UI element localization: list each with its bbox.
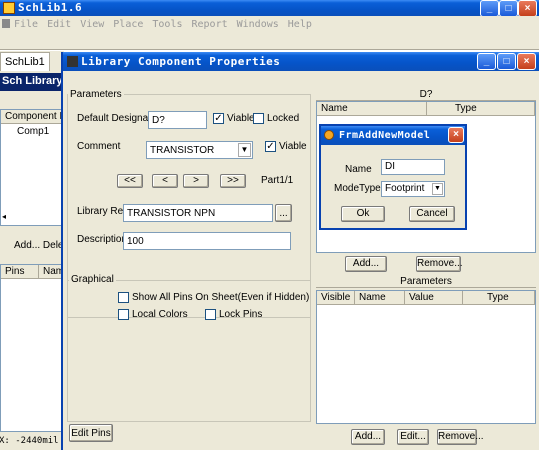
part-label: Part1/1 <box>261 175 294 186</box>
param-visible-header[interactable]: Visible <box>317 291 355 305</box>
next-part-button[interactable]: > <box>183 174 209 188</box>
lock-pins-checkbox[interactable] <box>205 309 216 320</box>
comment-visible-checkbox[interactable]: ✓ <box>265 141 276 152</box>
model-type-header[interactable]: Type <box>427 102 535 116</box>
model-name-header[interactable]: Name <box>317 102 427 116</box>
last-part-button[interactable]: >> <box>220 174 246 188</box>
comment-label: Comment <box>77 141 121 152</box>
menu-bar: File Edit View Place Tools Report Windows Help <box>0 16 539 31</box>
dialog-close-button[interactable]: × <box>517 53 536 70</box>
designator-visible-checkbox[interactable]: ✓ <box>213 113 224 124</box>
app-icon <box>3 2 15 14</box>
lock-pins-label: Lock Pins <box>219 309 263 320</box>
comment-visible-label: Viable <box>279 141 307 152</box>
sch-library-title: Sch Library <box>2 75 63 87</box>
pin-name-header[interactable]: Name <box>39 265 63 279</box>
menu-tools[interactable]: Tools <box>152 19 182 30</box>
local-colors-checkbox[interactable] <box>118 309 129 320</box>
description-label: Description <box>77 234 128 245</box>
prev-part-button[interactable]: < <box>152 174 178 188</box>
dialog-minimize-button[interactable]: _ <box>477 53 496 70</box>
model-type-select[interactable]: Footprint ▼ <box>381 181 445 197</box>
graphical-group-title: Graphical <box>69 274 116 285</box>
library-ref-field[interactable]: TRANSISTOR NPN <box>123 204 273 222</box>
remove-model-button[interactable]: Remove... <box>416 256 463 272</box>
minimize-button[interactable]: _ <box>480 0 499 17</box>
param-value-header[interactable]: Value <box>405 291 463 305</box>
menu-report[interactable]: Report <box>192 19 228 30</box>
library-ref-label: Library Ref <box>77 206 126 217</box>
params-header: Parameters <box>316 276 536 288</box>
toolbar: ▫ ▰ ▪ ⊕ ⊖ ✂ ❐ ▤ ⬚ + ✥ ↶ ↷ ◠ ╱ ⌒ ⌖ A ▭ ▢ … <box>0 31 539 77</box>
chevron-down-icon[interactable]: ▼ <box>432 183 443 195</box>
component-properties-dialog: Library Component Properties _ □ × Param… <box>61 52 539 450</box>
pins-header[interactable]: Pins <box>1 265 39 279</box>
close-button[interactable]: × <box>518 0 537 17</box>
add-model-close-button[interactable]: × <box>448 127 464 143</box>
models-header: D? <box>316 90 536 101</box>
params-list[interactable]: Visible Name Value Type <box>316 290 536 424</box>
description-field[interactable]: 100 <box>123 232 291 250</box>
remove-param-button[interactable]: Remove... <box>437 429 484 445</box>
add-param-button[interactable]: Add... <box>351 429 385 445</box>
sch-library-header: Sch Library <box>0 73 64 91</box>
comment-select[interactable]: TRANSISTOR ▼ <box>146 141 253 159</box>
menu-file[interactable]: File <box>14 19 38 30</box>
param-type-header[interactable]: Type <box>463 291 535 305</box>
dialog-icon <box>67 56 78 67</box>
menu-windows[interactable]: Windows <box>237 19 279 30</box>
dialog-maximize-button[interactable]: □ <box>497 53 516 70</box>
sidebar: SchLib1 Sch Library Component Name Comp1… <box>0 51 75 450</box>
designator-locked-checkbox[interactable] <box>253 113 264 124</box>
designator-locked-label: Locked <box>267 113 300 124</box>
designator-field[interactable]: D? <box>148 111 207 129</box>
add-model-icon <box>324 130 334 140</box>
browse-library-button[interactable]: ... <box>275 204 292 222</box>
show-pins-label: Show All Pins On Sheet(Even if Hidden) <box>132 292 310 303</box>
designator-visible-label: Viable <box>227 113 255 124</box>
chevron-down-icon[interactable]: ▼ <box>238 143 251 157</box>
menu-help[interactable]: Help <box>288 19 312 30</box>
dialog-title-bar[interactable]: Library Component Properties _ □ × <box>63 52 539 71</box>
model-name-label: Name <box>345 164 372 175</box>
model-name-field[interactable]: DI <box>381 159 445 175</box>
menu-place[interactable]: Place <box>113 19 143 30</box>
add-model-dialog: FrmAddNewModel × Name DI ModeType Footpr… <box>319 124 467 230</box>
show-pins-checkbox[interactable] <box>118 292 129 303</box>
add-component-button[interactable]: Add... Delete <box>0 237 64 255</box>
doc-icon <box>2 19 10 28</box>
pins-list[interactable]: Pins Name <box>0 264 64 432</box>
parameters-group-title: Parameters <box>68 89 124 100</box>
add-model-title: FrmAddNewModel <box>339 130 431 141</box>
edit-param-button[interactable]: Edit... <box>397 429 429 445</box>
component-name-header[interactable]: Component Name <box>1 110 63 124</box>
cancel-button[interactable]: Cancel <box>409 206 455 222</box>
menu-view[interactable]: View <box>80 19 104 30</box>
dialog-title: Library Component Properties <box>81 55 281 68</box>
first-part-button[interactable]: << <box>117 174 143 188</box>
edit-pins-button[interactable]: Edit Pins <box>69 424 113 442</box>
component-list[interactable]: Component Name Comp1 ◂ <box>0 109 64 226</box>
component-item[interactable]: Comp1 <box>17 126 49 137</box>
param-name-header[interactable]: Name <box>355 291 405 305</box>
menu-edit[interactable]: Edit <box>47 19 71 30</box>
add-model-title-bar[interactable]: FrmAddNewModel × <box>321 126 465 145</box>
main-title-bar[interactable]: SchLib1.6 _ □ × <box>0 0 539 17</box>
ok-button[interactable]: Ok <box>341 206 385 222</box>
scroll-left-icon[interactable]: ◂ <box>2 212 6 221</box>
main-title: SchLib1.6 <box>18 1 83 14</box>
add-model-button[interactable]: Add... <box>345 256 387 272</box>
local-colors-label: Local Colors <box>132 309 188 320</box>
maximize-button[interactable]: □ <box>499 0 518 17</box>
tab-schlib[interactable]: SchLib1 <box>0 52 50 71</box>
model-type-label: ModeType <box>334 183 381 194</box>
